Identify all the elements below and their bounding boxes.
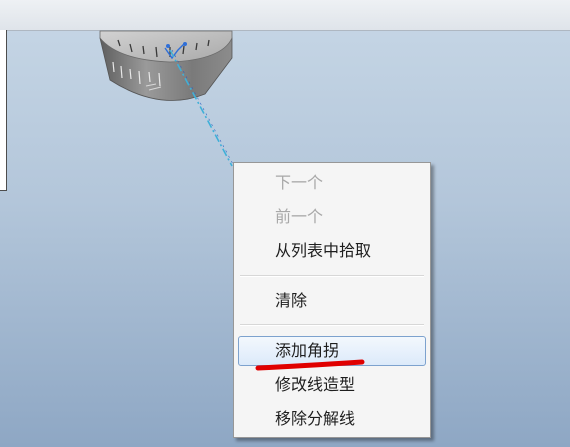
menu-separator (240, 324, 424, 326)
graphics-window[interactable]: 下一个 前一个 从列表中拾取 清除 添加角拐 修改线造型 移除分解线 (0, 0, 570, 447)
menu-item-modify-line-style[interactable]: 修改线造型 (238, 370, 426, 400)
menu-separator (240, 275, 424, 277)
context-menu[interactable]: 下一个 前一个 从列表中拾取 清除 添加角拐 修改线造型 移除分解线 (233, 162, 431, 438)
menu-item-next[interactable]: 下一个 (238, 168, 426, 198)
menu-item-clear[interactable]: 清除 (238, 286, 426, 316)
menu-item-pick-from-list[interactable]: 从列表中拾取 (238, 236, 426, 266)
dial-part-model[interactable] (99, 30, 233, 101)
menu-item-remove-explode-line[interactable]: 移除分解线 (238, 404, 426, 434)
menu-item-add-jog[interactable]: 添加角拐 (238, 336, 426, 366)
menu-item-previous[interactable]: 前一个 (238, 202, 426, 232)
